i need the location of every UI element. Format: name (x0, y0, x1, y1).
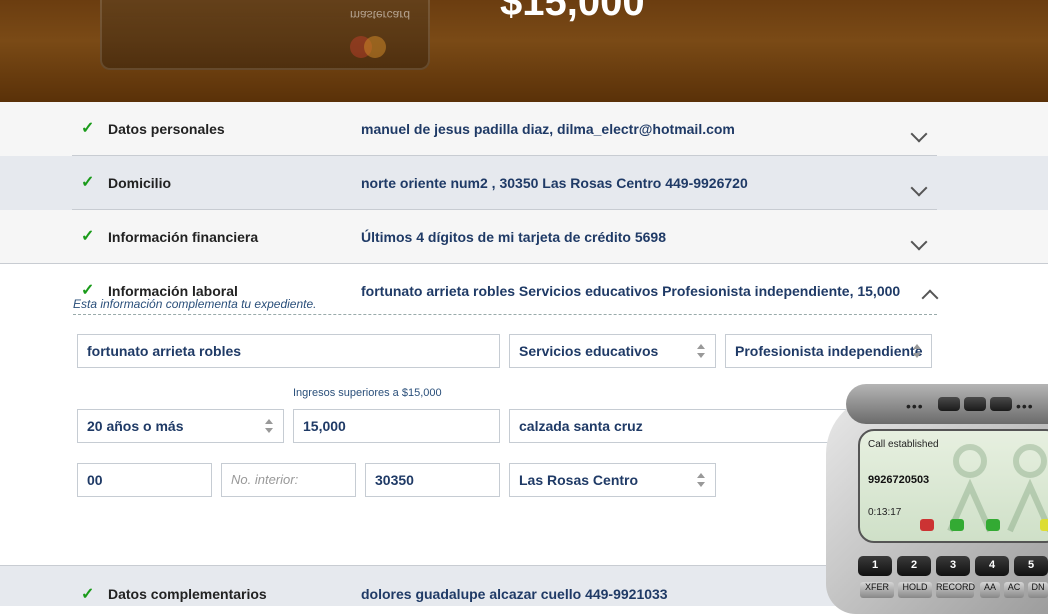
income-hint: Ingresos superiores a $15,000 (293, 387, 442, 399)
key-3[interactable]: 3 (936, 556, 970, 576)
select-arrows-icon (912, 344, 922, 360)
ext-number-input[interactable]: 00 (77, 463, 212, 497)
section-summary: dolores guadalupe alcazar cuello 449-992… (361, 586, 668, 602)
call-number: 9926720503 (868, 474, 930, 486)
seniority-select[interactable]: 20 años o más (77, 409, 284, 443)
sector-select-value: Servicios educativos (519, 343, 659, 359)
restore-button[interactable] (990, 397, 1012, 411)
section-label: Información financiera (108, 229, 259, 245)
int-number-input[interactable]: No. interior: (221, 463, 356, 497)
section-summary: norte oriente num2 , 30350 Las Rosas Cen… (361, 175, 748, 191)
hangup-icon[interactable] (920, 519, 934, 531)
dots-icon: ••• (906, 398, 924, 414)
check-icon: ✓ (81, 120, 95, 137)
section-domicilio[interactable]: ✓ Domicilio norte oriente num2 , 30350 L… (0, 156, 1048, 210)
occupation-select[interactable]: Profesionista independiente (725, 334, 932, 368)
call-timer: 0:13:17 (868, 507, 902, 518)
card-brand: mastercard (349, 8, 410, 22)
select-arrows-icon (696, 473, 706, 489)
section-label: Datos personales (108, 121, 225, 137)
section-label: Datos complementarios (108, 586, 267, 602)
section-informacion-financiera[interactable]: ✓ Información financiera Últimos 4 dígit… (0, 210, 1048, 264)
record-button[interactable]: RECORD (936, 582, 975, 598)
call-status: Call established (868, 439, 939, 450)
aa-button[interactable]: AA (980, 582, 1000, 598)
ac-button[interactable]: AC (1004, 582, 1024, 598)
chevron-down-icon[interactable] (910, 179, 928, 197)
section-datos-personales[interactable]: ✓ Datos personales manuel de jesus padil… (0, 102, 1048, 156)
section-label: Domicilio (108, 175, 172, 191)
sector-select[interactable]: Servicios educativos (509, 334, 716, 368)
income-input[interactable]: 15,000 (293, 409, 500, 443)
check-icon: ✓ (81, 174, 95, 191)
check-icon: ✓ (81, 586, 95, 603)
key-2[interactable]: 2 (897, 556, 931, 576)
dropdown-button[interactable] (938, 397, 960, 411)
chevron-down-icon[interactable] (910, 125, 928, 143)
select-arrows-icon (264, 419, 274, 435)
key-1[interactable]: 1 (858, 556, 892, 576)
occupation-select-value: Profesionista independiente (735, 343, 923, 359)
key-4[interactable]: 4 (975, 556, 1009, 576)
credit-card-image: mastercard (100, 0, 430, 70)
hold-button[interactable]: HOLD (898, 582, 932, 598)
section-summary: Últimos 4 dígitos de mi tarjeta de crédi… (361, 229, 666, 245)
section-note: Esta información complementa tu expedien… (73, 297, 317, 311)
zip-input[interactable]: 30350 (365, 463, 500, 497)
divider (73, 314, 937, 315)
colony-select-value: Las Rosas Centro (519, 472, 639, 488)
colony-select[interactable]: Las Rosas Centro (509, 463, 716, 497)
key-5[interactable]: 5 (1014, 556, 1048, 576)
select-arrows-icon (696, 344, 706, 360)
credit-amount: $15,000 (500, 0, 645, 24)
chevron-down-icon[interactable] (910, 233, 928, 251)
speaker-icon[interactable] (950, 519, 964, 531)
minimize-button[interactable] (964, 397, 986, 411)
xfer-button[interactable]: XFER (860, 582, 894, 598)
hero-banner: mastercard $15,000 (0, 0, 1048, 102)
softphone-screen: Call established 9926720503 0:13:17 (858, 429, 1048, 543)
dn-button[interactable]: DN (1028, 582, 1048, 598)
softphone-widget[interactable]: ••• ••• Call established 9926720503 0:13… (826, 384, 1048, 614)
add-contact-icon[interactable] (986, 519, 1000, 531)
section-summary: fortunato arrieta robles Servicios educa… (361, 283, 901, 299)
dots-icon: ••• (1016, 398, 1034, 414)
section-summary: manuel de jesus padilla diaz, dilma_elec… (361, 121, 735, 137)
note-icon[interactable] (1040, 519, 1048, 531)
check-icon: ✓ (81, 228, 95, 245)
employer-input[interactable]: fortunato arrieta robles (77, 334, 500, 368)
seniority-select-value: 20 años o más (87, 418, 184, 434)
softphone-top-bar: ••• ••• (846, 384, 1048, 424)
mastercard-logo-icon (350, 36, 390, 58)
chevron-up-icon[interactable] (921, 289, 939, 307)
